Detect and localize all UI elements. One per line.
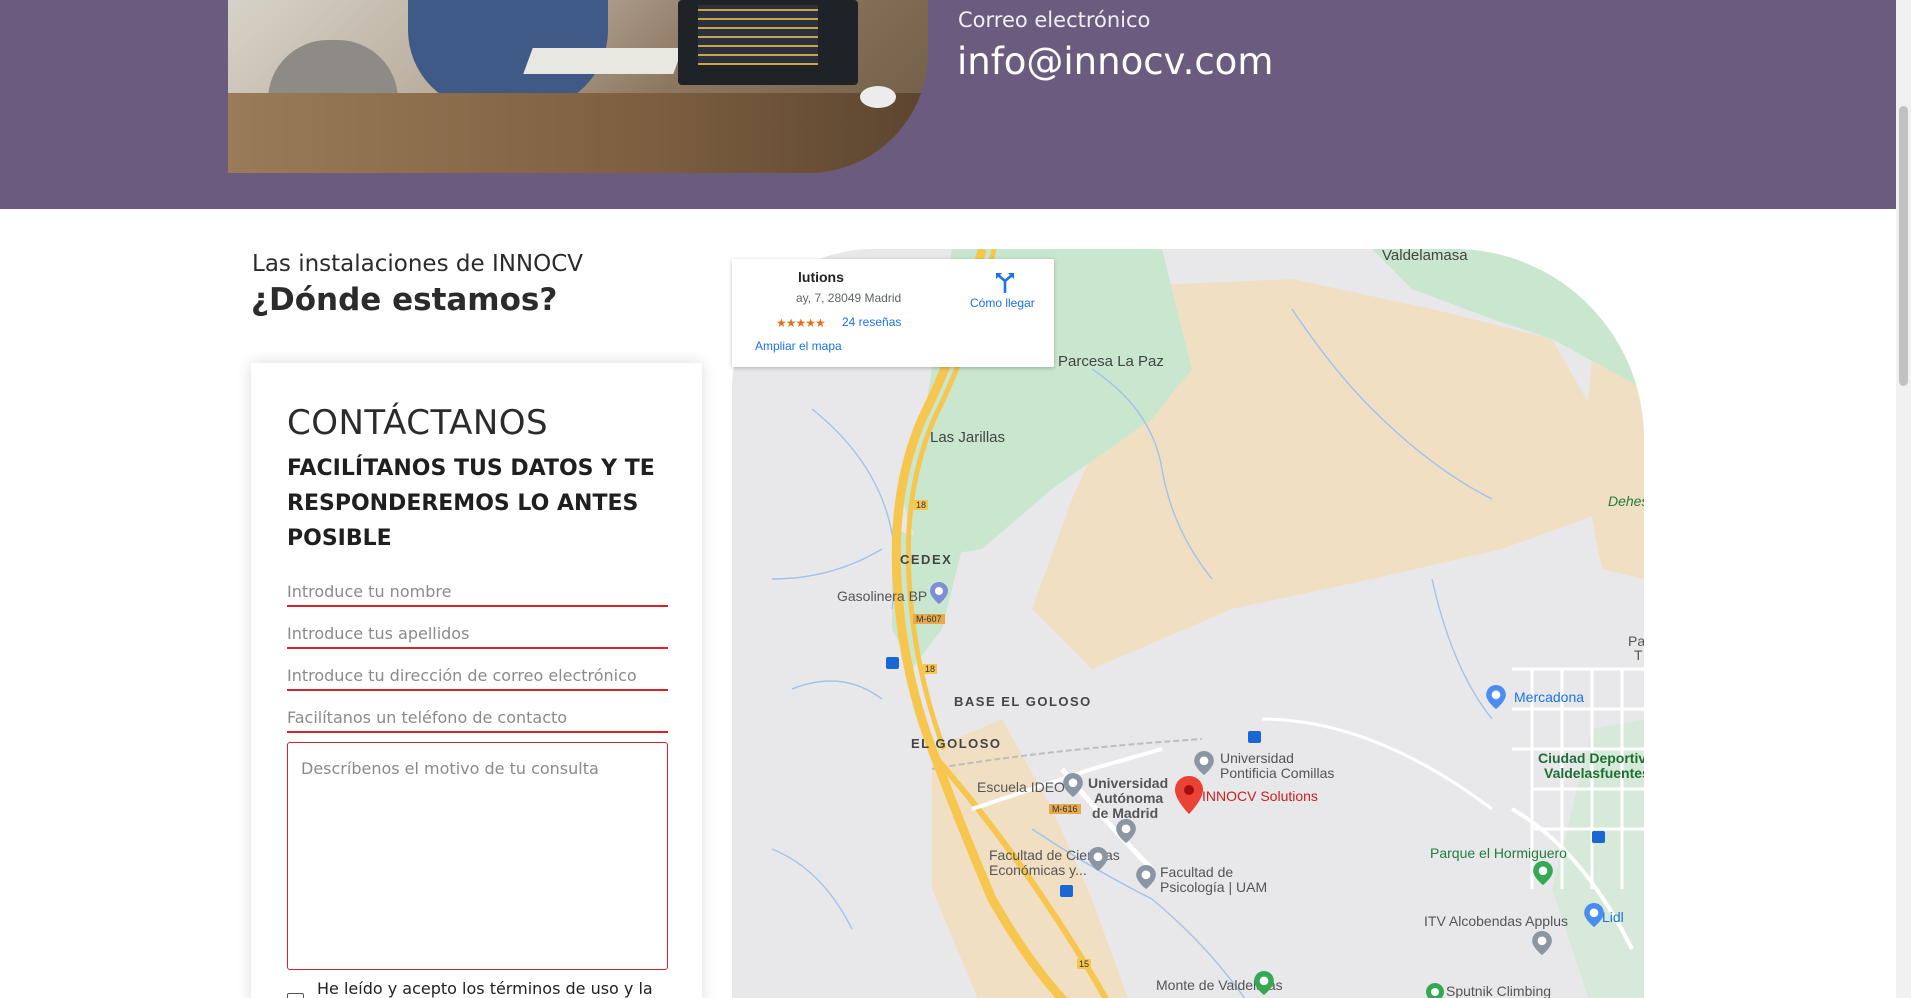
location-title: ¿Dónde estamos?	[251, 282, 558, 318]
location-pin-icon[interactable]	[1175, 776, 1203, 814]
lidl-shopping-icon[interactable]	[1584, 903, 1604, 927]
map-info-card: lutions ay, 7, 28049 Madrid ★★★★★ 24 res…	[732, 259, 1054, 367]
map-label-parcesa: Parcesa La Paz	[1058, 353, 1164, 370]
road-shield-18a: 18	[914, 500, 929, 510]
page-scrollbar[interactable]	[1896, 0, 1911, 998]
contact-form-title: CONTÁCTANOS	[287, 403, 549, 443]
map-label-mercadona: Mercadona	[1514, 689, 1585, 705]
shopping-icon[interactable]	[1486, 685, 1506, 709]
map-label-base-goloso: BASE EL GOLOSO	[954, 694, 1092, 709]
name-input[interactable]	[287, 577, 668, 607]
terms-label: He leído y acepto los términos de uso y …	[317, 979, 653, 998]
map-label-cedex: CEDEX	[900, 552, 953, 567]
map-label-lidl: Lidl	[1602, 909, 1624, 925]
road-shield-m616: M-616	[1049, 804, 1081, 814]
rating-stars-icon: ★★★★★	[776, 316, 826, 330]
university-icon[interactable]	[1063, 773, 1083, 797]
train-station-icon-4[interactable]	[1592, 831, 1605, 843]
map-label-fac-ciencias-2: Económicas y...	[989, 862, 1087, 878]
surname-input[interactable]	[287, 619, 668, 649]
map-label-las-jarillas: Las Jarillas	[930, 429, 1006, 446]
map-card-address: ay, 7, 28049 Madrid	[796, 291, 902, 305]
contact-form-card: CONTÁCTANOS FACILÍTANOS TUS DATOS Y TE R…	[251, 363, 702, 998]
location-subtitle: Las instalaciones de INNOCV	[252, 251, 584, 277]
message-textarea[interactable]	[287, 742, 668, 970]
map-label-escuela-ideo: Escuela IDEO	[977, 779, 1065, 795]
email-label: Correo electrónico	[958, 8, 1151, 32]
road-shield-m607: M-607	[913, 614, 945, 624]
hiking-icon[interactable]	[1254, 971, 1274, 995]
faculty-economics-icon[interactable]	[1088, 847, 1108, 871]
climbing-icon[interactable]	[1426, 983, 1444, 998]
upc-university-icon[interactable]	[1194, 751, 1214, 775]
gas-station-icon[interactable]	[930, 582, 948, 604]
map-label-el-goloso: EL GOLOSO	[911, 736, 1002, 751]
map-label-valdelamasa: Valdelamasa	[1382, 249, 1468, 264]
map-label-ciudad-deportiva-2: Valdelasfuentes	[1544, 765, 1644, 781]
directions-icon[interactable]	[994, 271, 1016, 293]
hero-photo	[228, 0, 928, 173]
map-label-sputnik: Sputnik Climbing	[1446, 983, 1552, 998]
map-label-parque-hormiguero: Parque el Hormiguero	[1430, 845, 1567, 861]
road-shield-15: 15	[1077, 959, 1092, 969]
contact-form-subtitle: FACILÍTANOS TUS DATOS Y TE RESPONDEREMOS…	[287, 456, 655, 551]
map-label-ciudad-deportiva-1: Ciudad Deportiva	[1538, 750, 1644, 766]
train-station-icon-3[interactable]	[1060, 885, 1073, 897]
map-label-fac-psico-2: Psicología | UAM	[1160, 879, 1268, 895]
email-link[interactable]: info@innocv.com	[957, 40, 1273, 83]
map-label-gasolinera: Gasolinera BP	[837, 588, 928, 604]
map-label-upc-1: Universidad	[1220, 750, 1294, 766]
map-label-upc-2: Pontificia Comillas	[1220, 765, 1335, 781]
faculty-psychology-icon[interactable]	[1136, 865, 1156, 889]
park-icon[interactable]	[1533, 861, 1553, 885]
train-station-icon[interactable]	[886, 657, 899, 669]
reviews-link[interactable]: 24 reseñas	[842, 315, 901, 329]
map-card-name: lutions	[798, 269, 844, 285]
itv-service-icon[interactable]	[1532, 931, 1552, 955]
map-label-t: T	[1634, 647, 1643, 663]
map-label-innocv: INNOCV Solutions	[1202, 788, 1318, 804]
map-label-fac-psico-1: Facultad de	[1160, 864, 1234, 880]
map-label-itv: ITV Alcobendas Applus	[1424, 913, 1568, 929]
map-label-uam-1: Universidad	[1088, 775, 1169, 791]
road-shield-18b: 18	[923, 664, 938, 674]
train-station-icon-2[interactable]	[1248, 731, 1261, 743]
enlarge-map-link[interactable]: Ampliar el mapa	[755, 339, 842, 353]
map-label-dehesa: Dehes	[1608, 493, 1644, 509]
contact-info-band: Correo electrónico info@innocv.com	[0, 0, 1896, 209]
scrollbar-thumb[interactable]	[1899, 106, 1908, 386]
map-label-uam-2: Autónoma	[1094, 790, 1164, 806]
terms-checkbox[interactable]	[287, 993, 304, 998]
school-icon[interactable]	[1116, 819, 1136, 843]
directions-link[interactable]: Cómo llegar	[970, 296, 1035, 310]
phone-input[interactable]	[287, 703, 668, 733]
email-input[interactable]	[287, 661, 668, 691]
